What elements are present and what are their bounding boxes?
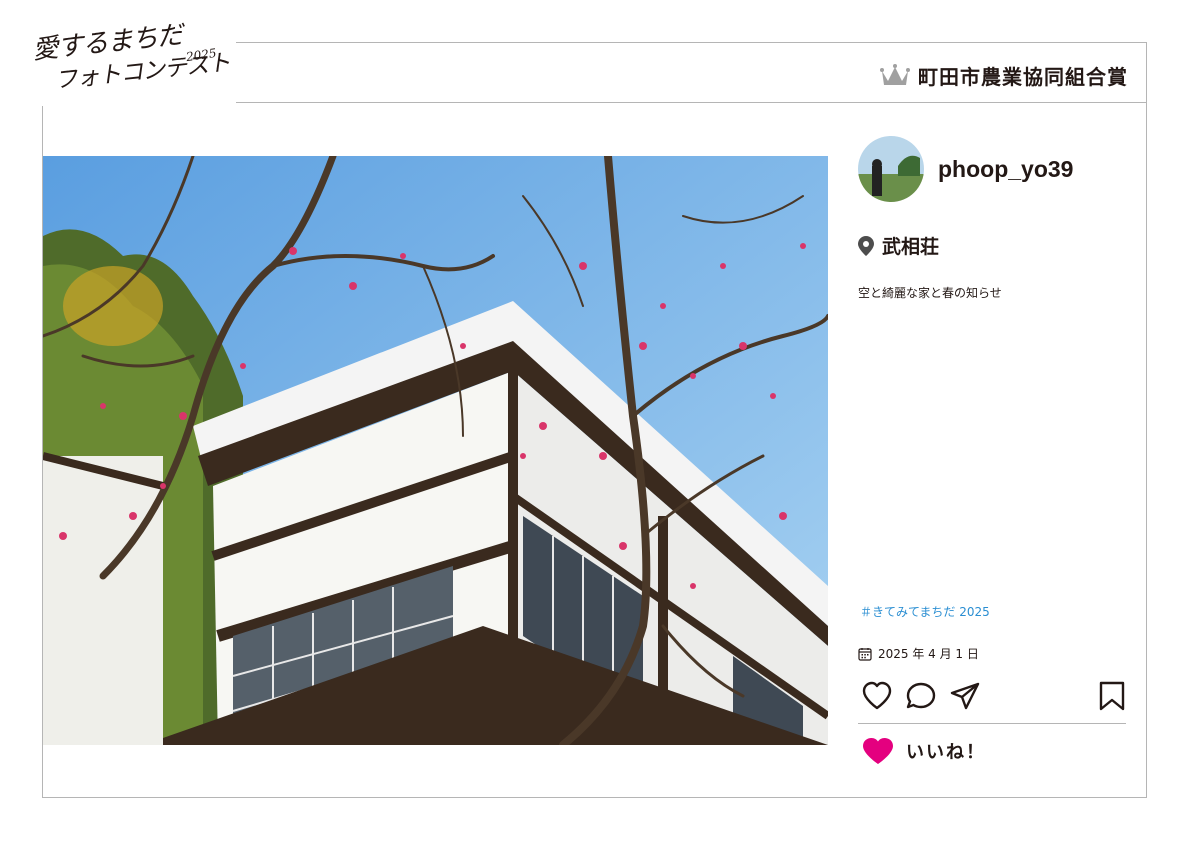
heart-icon[interactable] bbox=[861, 681, 893, 715]
hashtag-link[interactable]: ＃きてみてまちだ 2025 bbox=[860, 603, 990, 620]
action-divider bbox=[858, 723, 1126, 724]
like-row[interactable]: いいね！ bbox=[862, 737, 986, 765]
location-pin-icon bbox=[858, 235, 874, 256]
contest-logo: 愛するまちだ フォトコンテスト 2025 bbox=[26, 16, 236, 106]
comment-icon[interactable] bbox=[905, 681, 937, 715]
post-caption: 空と綺麗な家と春の知らせ bbox=[858, 286, 1002, 300]
post-sidebar: phoop_yo39 武相荘 空と綺麗な家と春の知らせ ＃きてみてまちだ 202… bbox=[858, 136, 1128, 764]
avatar[interactable] bbox=[858, 136, 924, 202]
action-bar bbox=[858, 677, 1128, 717]
location-name[interactable]: 武相荘 bbox=[882, 232, 939, 259]
post-date: 2025 年 4 月 1 日 bbox=[878, 647, 979, 661]
award-title: 町田市農業協同組合賞 bbox=[918, 64, 1128, 89]
bookmark-icon[interactable] bbox=[1098, 681, 1126, 715]
user-row[interactable]: phoop_yo39 bbox=[858, 136, 1128, 202]
crown-icon bbox=[880, 64, 910, 85]
date-row: 2025 年 4 月 1 日 bbox=[858, 645, 979, 662]
share-icon[interactable] bbox=[949, 681, 981, 715]
username[interactable]: phoop_yo39 bbox=[938, 156, 1073, 183]
heart-filled-icon[interactable] bbox=[862, 737, 894, 765]
calendar-icon bbox=[858, 647, 872, 661]
post-photo[interactable] bbox=[43, 156, 828, 745]
location-row[interactable]: 武相荘 bbox=[858, 232, 939, 259]
award-badge: 町田市農業協同組合賞 bbox=[880, 59, 1128, 91]
like-label: いいね！ bbox=[906, 742, 986, 763]
